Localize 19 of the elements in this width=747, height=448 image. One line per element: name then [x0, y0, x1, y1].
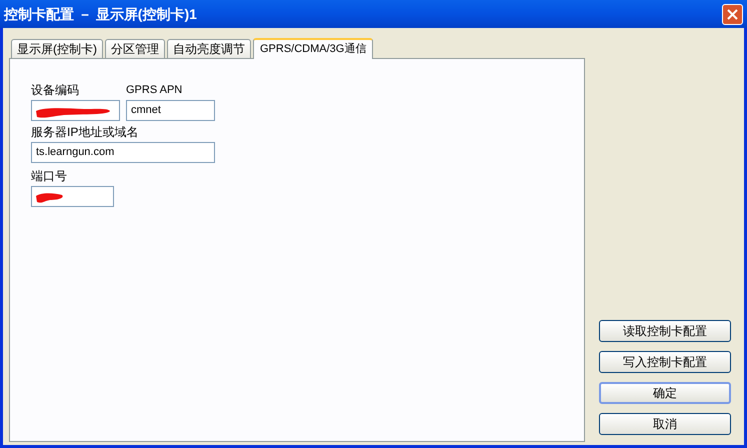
- input-field[interactable]: [31, 186, 114, 207]
- window-title: 控制卡配置 － 显示屏(控制卡)1: [4, 4, 197, 24]
- tab[interactable]: 分区管理: [105, 39, 165, 58]
- tab[interactable]: 自动亮度调节: [167, 39, 251, 58]
- tab[interactable]: GPRS/CDMA/3G通信: [253, 38, 374, 59]
- dialog-button[interactable]: 读取控制卡配置: [599, 320, 731, 342]
- dialog-button[interactable]: 写入控制卡配置: [599, 351, 731, 373]
- close-button[interactable]: [722, 4, 743, 24]
- field-label: 设备编码: [31, 83, 80, 97]
- field-label: 服务器IP地址或域名: [31, 125, 140, 139]
- field-label: GPRS APN: [126, 83, 184, 97]
- input-field[interactable]: [31, 100, 120, 121]
- close-icon: [727, 8, 738, 20]
- input-field[interactable]: ts.learngun.com: [31, 142, 215, 163]
- tab[interactable]: 显示屏(控制卡): [11, 39, 103, 58]
- dialog-button[interactable]: 确定: [599, 382, 731, 404]
- input-field[interactable]: cmnet: [126, 100, 215, 121]
- field-label: 端口号: [31, 169, 68, 183]
- dialog-button[interactable]: 取消: [599, 413, 731, 435]
